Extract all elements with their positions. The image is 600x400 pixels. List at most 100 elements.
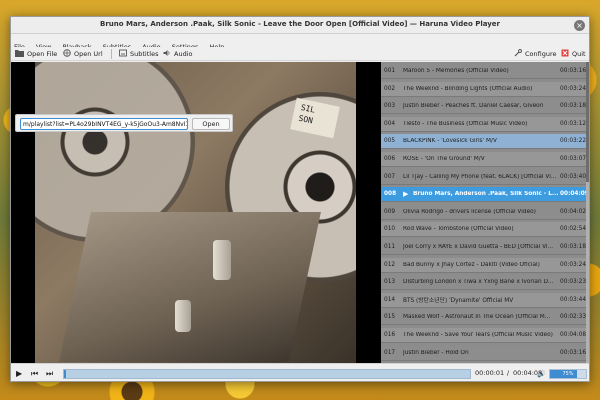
previous-icon: ⏮	[31, 369, 39, 378]
url-input[interactable]: m/playlist?list=PL4o29bINVT4EG_y-k5jGoOu…	[20, 118, 188, 130]
playlist-item-duration: 00:03:12	[560, 120, 587, 127]
playlist-item-title: Tiësto - The Business (Official Music Vi…	[403, 120, 528, 127]
audio-button[interactable]: Audio	[163, 48, 192, 60]
playlist-item-number: 017	[384, 349, 396, 356]
tape-deck	[59, 212, 321, 362]
playlist-item-number: 015	[384, 314, 396, 321]
open-url-confirm-button[interactable]: Open	[192, 118, 230, 130]
toolbar-separator	[111, 49, 112, 59]
playlist-item-duration: 00:03:23	[560, 279, 587, 286]
open-url-button[interactable]: Open Url	[63, 48, 103, 60]
playlist-item[interactable]: 005 BLACKPINK - 'Lovesick Girls' M/V 00:03…	[381, 134, 587, 150]
playlist-item-duration: 00:03:16	[560, 349, 587, 356]
deck-knob	[175, 300, 191, 332]
seek-bar[interactable]	[63, 369, 471, 379]
subtitles-button[interactable]: Subtitles	[119, 48, 158, 60]
playlist-item-duration: 00:04:08	[560, 332, 587, 338]
now-playing-icon: ▶	[403, 190, 409, 199]
haruna-window: Bruno Mars, Anderson .Paak, Silk Sonic -…	[10, 16, 590, 382]
playlist-item-title: Rod Wave - Tombstone (Official Video)	[403, 226, 514, 233]
playlist-item-title: ROSÉ - 'On The Ground' M/V	[403, 156, 485, 162]
playlist-item-title: The Weeknd - Blinding Lights (Official A…	[403, 85, 533, 92]
playlist-item[interactable]: 011 Joel Corry x RAYE x David Guetta - BE…	[381, 240, 586, 255]
playlist-item-number: 004	[384, 120, 396, 127]
playlist-scrollbar[interactable]	[586, 62, 589, 363]
playlist-item-duration: 00:03:24	[560, 85, 587, 92]
time-separator: /	[506, 369, 510, 377]
playlist-item-duration: 00:04:09	[560, 191, 589, 198]
playlist-scrollbar-thumb[interactable]	[586, 62, 589, 182]
deck-knob	[213, 240, 231, 280]
open-file-button[interactable]: Open File	[15, 48, 57, 60]
playlist-item[interactable]: 016 The Weeknd - Save Your Tears (Officia…	[381, 328, 586, 343]
playlist-item[interactable]: 007 Lil Tjay - Calling My Phone (feat. 6L…	[381, 169, 587, 185]
playlist-item-title: Justin Bieber - Hold On	[403, 349, 469, 356]
audio-label: Audio	[174, 50, 193, 58]
playlist-item[interactable]: 015 Masked Wolf - Astronaut In The Ocean …	[381, 310, 587, 326]
playlist-item-number: 006	[384, 156, 396, 162]
playlist-item-title: Bruno Mars, Anderson .Paak, Silk Sonic -…	[413, 191, 559, 198]
title-bar[interactable]: Bruno Mars, Anderson .Paak, Silk Sonic -…	[11, 17, 589, 34]
playlist-item-duration: 00:03:18	[560, 103, 587, 110]
playlist-item-number: 009	[384, 208, 396, 215]
open-url-popup: m/playlist?list=PL4o29bINVT4EG_y-k5jGoOu…	[15, 114, 233, 132]
playlist-item-number: 012	[384, 261, 396, 268]
seek-bar-progress	[64, 370, 66, 378]
next-icon: ⏭	[46, 369, 54, 378]
play-button[interactable]: ▶	[16, 368, 22, 380]
playlist-item-duration: 00:03:40	[560, 173, 587, 180]
playlist-item-duration: 00:02:33	[560, 314, 587, 321]
playlist-item[interactable]: 013 Disturbing London x Tiwa x Yxng Bane …	[381, 275, 587, 291]
configure-label: Configure	[525, 50, 557, 58]
playlist: 001 Maroon 5 - Memories (Official Video) 0…	[381, 62, 589, 363]
previous-button[interactable]: ⏮	[31, 368, 38, 380]
playlist-item-number: 008	[384, 191, 397, 198]
playlist-item[interactable]: 017 Justin Bieber - Hold On 00:03:16	[381, 345, 587, 361]
subtitles-label: Subtitles	[130, 50, 159, 58]
speaker-icon	[163, 49, 171, 59]
playlist-item[interactable]: 006 ROSÉ - 'On The Ground' M/V 00:03:07	[381, 152, 586, 167]
playlist-item-number: 001	[384, 68, 396, 74]
play-icon: ▶	[16, 369, 23, 378]
playlist-item[interactable]: 009 Olivia Rodrigo - drivers license (Off…	[381, 204, 586, 220]
menu-bar: File View Playback Subtitles Audio Setti…	[11, 34, 589, 51]
quit-label: Quit	[572, 50, 586, 58]
playlist-item[interactable]: 001 Maroon 5 - Memories (Official Video) 0…	[381, 64, 586, 79]
subtitles-icon	[119, 49, 127, 59]
playlist-item[interactable]: 002 The Weeknd - Blinding Lights (Officia…	[381, 81, 587, 97]
playlist-item[interactable]: 010 Rod Wave - Tombstone (Official Video)…	[381, 222, 586, 238]
configure-button[interactable]: Configure	[514, 48, 557, 60]
playback-controls: ▶ ⏮ ⏭ 00:00:01 / 00:04:08 🔊 75%	[11, 363, 589, 381]
playlist-item-title: Olivia Rodrigo - drivers license (Offici…	[403, 208, 536, 215]
playlist-item-number: 010	[384, 226, 396, 233]
close-window-button[interactable]: ×	[574, 20, 585, 31]
playlist-item-number: 002	[384, 85, 396, 92]
playlist-item-duration: 00:03:16	[560, 68, 587, 74]
next-button[interactable]: ⏭	[46, 368, 53, 380]
playlist-item-duration: 00:03:07	[560, 156, 587, 162]
playlist-item-title: Lil Tjay - Calling My Phone (feat. 6LACK…	[403, 173, 557, 180]
playlist-item-title: Masked Wolf - Astronaut In The Ocean (Of…	[403, 314, 551, 321]
playlist-item[interactable]: 008 ▶ Bruno Mars, Anderson .Paak, Silk Son…	[381, 187, 589, 203]
mute-button[interactable]: 🔊	[537, 368, 546, 380]
playlist-item-number: 011	[384, 244, 396, 250]
playlist-item-duration: 00:03:22	[560, 138, 587, 145]
playlist-item-title: Bad Bunny x Jhay Cortez - Dákiti (Video …	[403, 261, 540, 268]
volume-slider[interactable]: 75%	[549, 369, 587, 379]
open-url-label: Open Url	[74, 50, 103, 58]
playlist-item[interactable]: 004 Tiësto - The Business (Official Music…	[381, 116, 587, 132]
playlist-item-title: BLACKPINK - 'Lovesick Girls' M/V	[403, 138, 497, 145]
playlist-item-number: 003	[384, 103, 396, 110]
playlist-item[interactable]: 012 Bad Bunny x Jhay Cortez - Dákiti (Vid…	[381, 257, 586, 273]
playlist-item-title: Disturbing London x Tiwa x Yxng Bane x I…	[403, 279, 554, 286]
quit-button[interactable]: Quit	[561, 48, 586, 60]
current-time: 00:00:01	[475, 369, 505, 377]
video-area[interactable]: SIL SON m/playlist?list=PL4o29bINVT4EG_y…	[11, 62, 381, 363]
window-title: Bruno Mars, Anderson .Paak, Silk Sonic -…	[99, 20, 500, 28]
playlist-item-title: Justin Bieber - Peaches ft. Daniel Caesa…	[403, 103, 544, 110]
playlist-item-duration: 00:03:44	[560, 296, 587, 303]
playlist-item-duration: 00:03:18	[560, 244, 587, 250]
playlist-item[interactable]: 003 Justin Bieber - Peaches ft. Daniel Ca…	[381, 99, 587, 115]
toolbar: Open File Open Url Subtitles Audio Confi…	[11, 47, 589, 61]
playlist-item[interactable]: 014 BTS (방탄소년단) 'Dynamite' Official MV 00:…	[381, 292, 587, 308]
